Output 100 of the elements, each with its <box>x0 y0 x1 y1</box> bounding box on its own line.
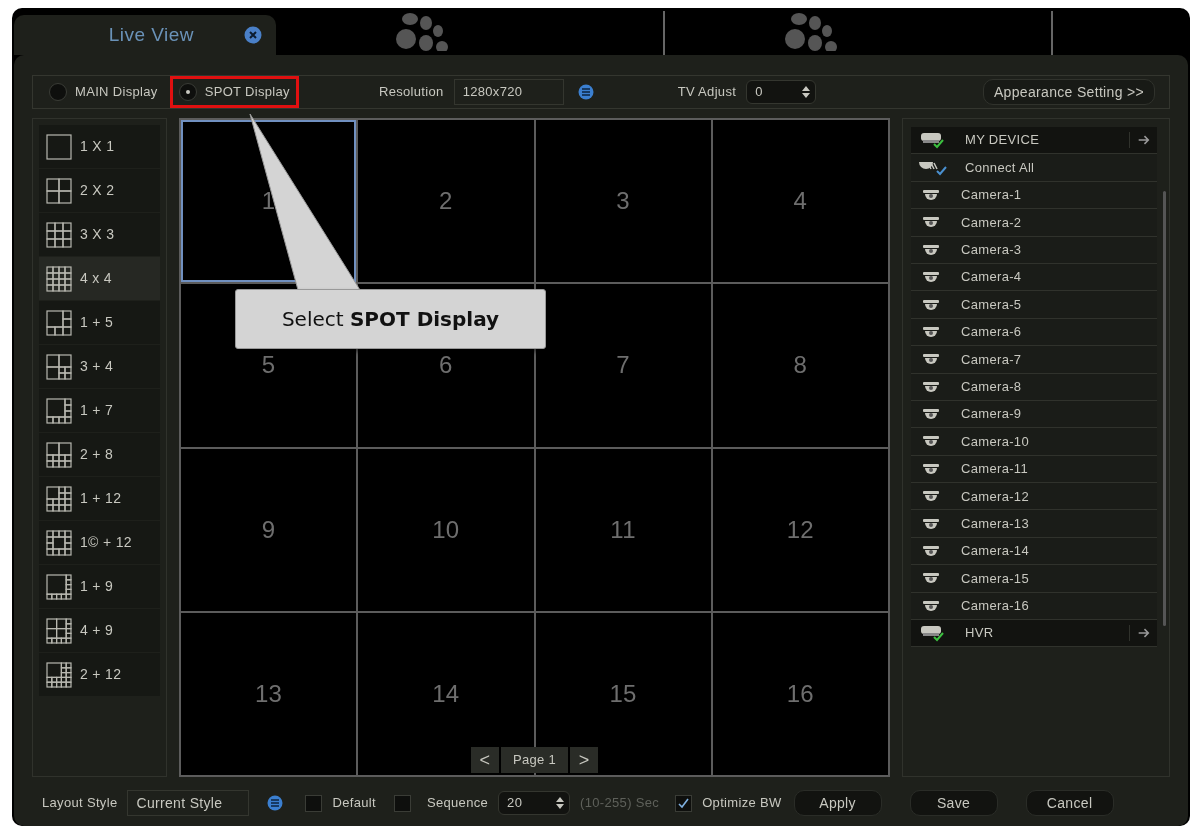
video-tile[interactable]: 12 <box>712 448 888 611</box>
recorder-icon <box>920 131 946 150</box>
layout-option[interactable]: 3 X 3 <box>39 213 160 256</box>
dome-camera-icon <box>922 298 940 311</box>
resolution-label: Resolution <box>378 83 444 102</box>
video-tile[interactable]: 11 <box>535 448 711 611</box>
dome-camera-icon <box>922 490 940 503</box>
layout-option[interactable]: 2 + 8 <box>39 433 160 476</box>
layout-icon <box>46 617 72 644</box>
video-tile[interactable]: 7 <box>535 284 711 447</box>
dome-camera-icon <box>922 216 940 229</box>
recorder-icon <box>920 624 946 643</box>
sequence-spinbox[interactable]: 20 <box>498 791 571 815</box>
checkbox[interactable] <box>393 794 411 812</box>
live-view-tab[interactable]: Live View <box>14 15 276 55</box>
device-row[interactable]: Camera-2 <box>911 209 1157 237</box>
device-row[interactable]: Camera-13 <box>911 510 1157 538</box>
device-row[interactable]: MY DEVICE <box>911 127 1157 155</box>
video-tile[interactable]: 4 <box>712 120 888 283</box>
dome-camera-icon <box>922 435 940 448</box>
resolution-field[interactable]: 1280x720 <box>453 79 564 105</box>
layout-icon <box>46 397 72 424</box>
device-row[interactable]: Camera-5 <box>911 291 1157 319</box>
device-row[interactable]: Camera-3 <box>911 236 1157 264</box>
checkbox[interactable] <box>305 794 323 812</box>
layout-option[interactable]: 2 + 12 <box>39 653 160 696</box>
list-icon[interactable] <box>267 795 284 811</box>
device-row[interactable]: Camera-4 <box>911 263 1157 292</box>
layout-style-field[interactable]: Current Style <box>127 790 250 816</box>
layout-option[interactable]: 1 + 7 <box>39 389 160 432</box>
device-row[interactable]: Camera-16 <box>911 592 1157 621</box>
device-row[interactable]: HVR <box>911 620 1157 648</box>
dome-camera-icon <box>922 353 940 366</box>
callout: Select SPOT Display <box>235 289 546 349</box>
channel-number: 5 <box>261 350 276 381</box>
scrollbar[interactable] <box>1163 191 1166 626</box>
channel-number: 7 <box>616 350 630 381</box>
video-tile[interactable]: 9 <box>181 448 357 611</box>
previous-page-button[interactable]: < <box>470 747 499 773</box>
layout-style-label: Layout Style <box>42 794 118 813</box>
video-tile[interactable]: 16 <box>712 612 888 775</box>
device-row[interactable]: Camera-12 <box>911 483 1157 511</box>
layout-icon <box>46 485 72 512</box>
dome-camera-icon <box>922 325 940 338</box>
channel-number: 12 <box>786 514 815 545</box>
channel-number: 13 <box>254 678 283 709</box>
dome-camera-icon <box>922 517 940 530</box>
layout-icon <box>46 265 72 292</box>
device-row[interactable]: Connect All <box>911 154 1157 182</box>
stepper-icon[interactable] <box>801 84 812 100</box>
layout-option[interactable]: 4 + 9 <box>39 609 160 652</box>
device-row[interactable]: Camera-15 <box>911 565 1157 593</box>
layout-option[interactable]: 1 + 9 <box>39 565 160 608</box>
dome-camera-icon <box>922 243 940 256</box>
layout-icon <box>46 661 72 688</box>
layout-option[interactable]: 4 x 4 <box>39 257 160 300</box>
device-row[interactable]: Camera-6 <box>911 318 1157 347</box>
device-row[interactable]: Camera-10 <box>911 428 1157 456</box>
appearance-setting-button[interactable]: Appearance Setting >> <box>982 79 1155 105</box>
layout-option[interactable]: 1 X 1 <box>39 125 160 168</box>
radio-button[interactable]: SPOT Display <box>174 79 294 105</box>
video-tile[interactable]: 2 <box>358 120 534 283</box>
layout-option[interactable]: 1 + 5 <box>39 301 160 344</box>
dome-camera-icon <box>922 545 940 558</box>
action-button[interactable]: Save <box>909 790 998 816</box>
device-row[interactable]: Camera-14 <box>911 537 1157 566</box>
list-icon[interactable] <box>577 84 594 100</box>
channel-number: 4 <box>793 186 808 217</box>
video-tile[interactable]: 13 <box>181 612 357 775</box>
channel-number: 10 <box>432 514 460 545</box>
channel-number: 14 <box>432 678 460 709</box>
action-button[interactable]: Apply <box>793 790 882 816</box>
device-row[interactable]: Camera-9 <box>911 400 1157 429</box>
dome-camera-icon <box>922 462 940 475</box>
device-row[interactable]: Camera-8 <box>911 373 1157 401</box>
checkbox[interactable] <box>675 794 693 812</box>
tv-adjust-spinbox[interactable]: 0 <box>746 80 817 104</box>
layout-option[interactable]: 1 + 12 <box>39 477 160 520</box>
page-indicator: Page 1 <box>500 747 569 773</box>
channel-number: 11 <box>610 514 636 545</box>
layout-option[interactable]: 1© + 12 <box>39 521 160 564</box>
tv-adjust-label: TV Adjust <box>677 83 737 102</box>
layout-icon <box>46 353 72 380</box>
video-tile[interactable]: 10 <box>358 448 534 611</box>
close-icon[interactable] <box>244 26 262 44</box>
stepper-icon[interactable] <box>555 795 566 811</box>
layout-icon <box>46 529 72 556</box>
device-row[interactable]: Camera-1 <box>911 181 1157 210</box>
action-button[interactable]: Cancel <box>1025 790 1114 816</box>
default-label: Default <box>332 794 376 813</box>
next-page-button[interactable]: > <box>570 747 599 773</box>
dome-camera-icon <box>922 188 940 201</box>
video-tile[interactable]: 8 <box>712 284 888 447</box>
device-row[interactable]: Camera-11 <box>911 455 1157 484</box>
layout-option[interactable]: 2 X 2 <box>39 169 160 212</box>
radio-button[interactable]: MAIN Display <box>45 79 162 105</box>
device-row[interactable]: Camera-7 <box>911 346 1157 374</box>
channel-number: 2 <box>439 186 453 217</box>
layout-option[interactable]: 3 + 4 <box>39 345 160 388</box>
video-tile[interactable]: 3 <box>535 120 711 283</box>
